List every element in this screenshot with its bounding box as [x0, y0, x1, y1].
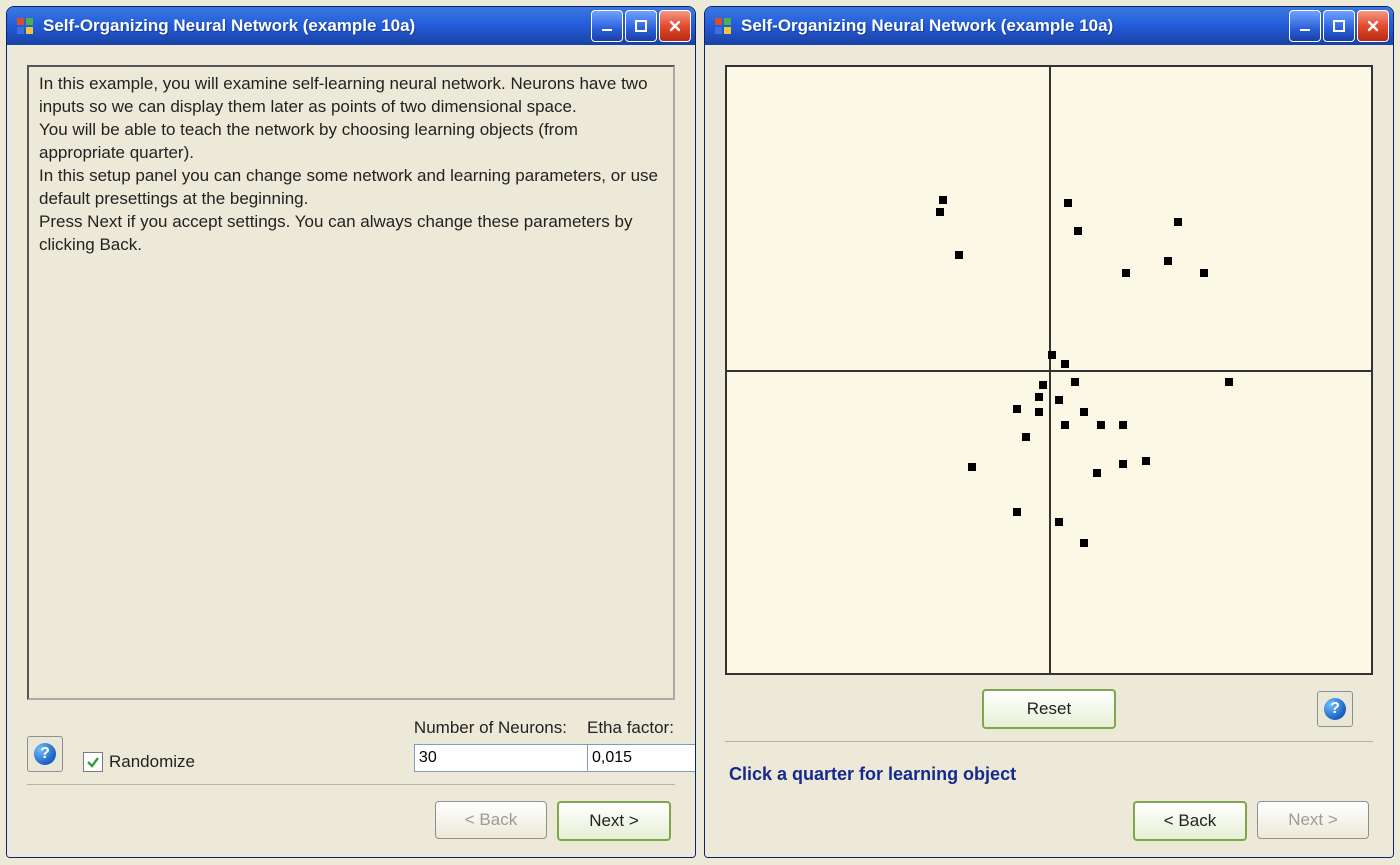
randomize-label: Randomize: [109, 752, 195, 772]
help-icon: ?: [1324, 698, 1346, 720]
neuron-dot: [1097, 421, 1105, 429]
next-button[interactable]: Next >: [557, 801, 671, 841]
back-button: < Back: [435, 801, 547, 839]
next-button: Next >: [1257, 801, 1369, 839]
app-icon: [15, 16, 35, 36]
neuron-dot: [1093, 469, 1101, 477]
help-button[interactable]: ?: [27, 736, 63, 772]
neuron-dot: [1119, 421, 1127, 429]
wizard-nav: < Back Next >: [725, 785, 1373, 847]
neuron-dot: [1013, 508, 1021, 516]
settings-controls: ? Randomize Number of Neurons:: [27, 700, 675, 785]
etha-input[interactable]: [587, 744, 696, 772]
neuron-dot: [1013, 405, 1021, 413]
neuron-dot: [936, 208, 944, 216]
window-title: Self-Organizing Neural Network (example …: [43, 16, 583, 36]
hint-text: Click a quarter for learning object: [725, 742, 1373, 785]
neurons-label: Number of Neurons:: [414, 718, 567, 738]
neuron-dot: [1022, 433, 1030, 441]
neuron-dot: [1080, 408, 1088, 416]
window-title: Self-Organizing Neural Network (example …: [741, 16, 1281, 36]
neuron-dot: [939, 196, 947, 204]
minimize-button[interactable]: [591, 10, 623, 42]
titlebar[interactable]: Self-Organizing Neural Network (example …: [705, 7, 1393, 45]
minimize-button[interactable]: [1289, 10, 1321, 42]
neuron-dot: [1142, 457, 1150, 465]
neuron-dot: [1061, 421, 1069, 429]
neuron-dot: [1061, 360, 1069, 368]
neuron-plot[interactable]: [725, 65, 1373, 675]
neuron-dot: [1200, 269, 1208, 277]
settings-window: Self-Organizing Neural Network (example …: [6, 6, 696, 858]
reset-button[interactable]: Reset: [982, 689, 1116, 729]
neuron-dot: [1164, 257, 1172, 265]
etha-label: Etha factor:: [587, 718, 675, 738]
randomize-checkbox[interactable]: Randomize: [83, 752, 195, 772]
neuron-dot: [1119, 460, 1127, 468]
neuron-dot: [955, 251, 963, 259]
neuron-dot: [1048, 351, 1056, 359]
wizard-nav: < Back Next >: [27, 785, 675, 847]
neuron-dot: [1080, 539, 1088, 547]
plot-area: Reset ?: [725, 65, 1373, 742]
maximize-button[interactable]: [625, 10, 657, 42]
neuron-dot: [1225, 378, 1233, 386]
titlebar[interactable]: Self-Organizing Neural Network (example …: [7, 7, 695, 45]
neurons-field: Number of Neurons:: [414, 718, 567, 772]
neuron-dot: [1122, 269, 1130, 277]
neuron-dot: [1174, 218, 1182, 226]
neuron-dot: [1035, 393, 1043, 401]
neuron-dot: [1039, 381, 1047, 389]
neuron-dot: [1074, 227, 1082, 235]
help-button[interactable]: ?: [1317, 691, 1353, 727]
neuron-dot: [1035, 408, 1043, 416]
checkbox-box: [83, 752, 103, 772]
close-button[interactable]: [659, 10, 691, 42]
neuron-dot: [1055, 518, 1063, 526]
app-icon: [713, 16, 733, 36]
neuron-dot: [1055, 396, 1063, 404]
neuron-dot: [1064, 199, 1072, 207]
help-icon: ?: [34, 743, 56, 765]
training-window: Self-Organizing Neural Network (example …: [704, 6, 1394, 858]
neuron-dot: [1071, 378, 1079, 386]
close-button[interactable]: [1357, 10, 1389, 42]
description-text: In this example, you will examine self-l…: [27, 65, 675, 700]
plot-y-axis: [1049, 67, 1051, 673]
neuron-dot: [968, 463, 976, 471]
back-button[interactable]: < Back: [1133, 801, 1247, 841]
maximize-button[interactable]: [1323, 10, 1355, 42]
etha-field: Etha factor:: [587, 718, 675, 772]
